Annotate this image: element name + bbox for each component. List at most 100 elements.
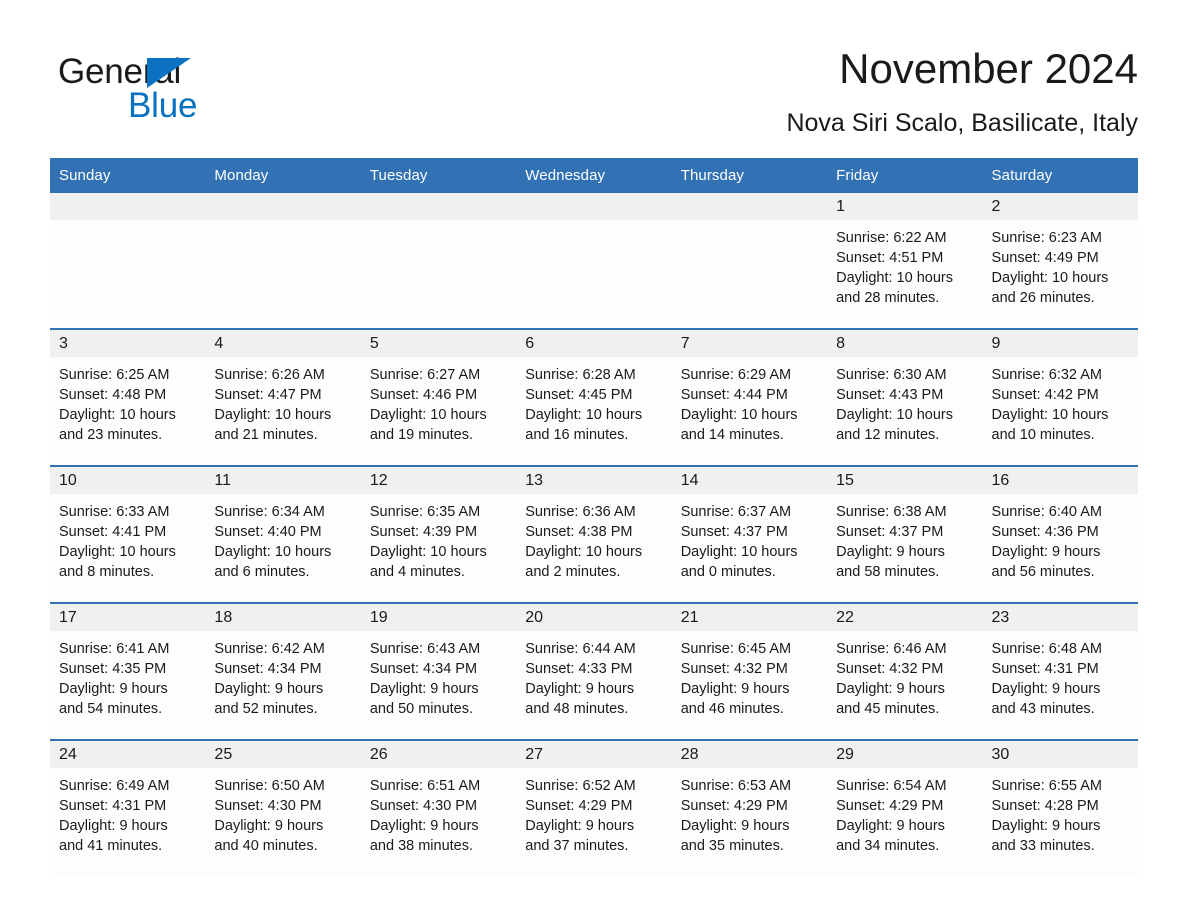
location-subtitle: Nova Siri Scalo, Basilicate, Italy (786, 109, 1138, 137)
sunrise-text: Sunrise: 6:26 AM (214, 367, 325, 383)
daylight-text-line1: Daylight: 10 hours (680, 544, 798, 560)
daylight-text-line2: and 23 minutes. (59, 427, 163, 443)
sunrise-text: Sunrise: 6:55 AM (991, 778, 1102, 794)
day-cell[interactable]: 9 Sunrise: 6:32 AM Sunset: 4:42 PM Daylight… (982, 328, 1138, 466)
sunset-text: Sunset: 4:33 PM (525, 661, 633, 677)
sunset-text: Sunset: 4:46 PM (369, 387, 478, 403)
weekday-header-wednesday: Wednesday (516, 158, 672, 193)
day-cell[interactable]: 11 Sunrise: 6:34 AM Sunset: 4:40 PM Dayligh… (205, 465, 361, 603)
day-number: 12 (369, 472, 388, 489)
sunrise-text: Sunrise: 6:25 AM (59, 367, 170, 383)
day-cell[interactable]: 1 Sunrise: 6:22 AM Sunset: 4:51 PM Daylight… (827, 193, 983, 329)
day-cell[interactable]: 16 Sunrise: 6:40 AM Sunset: 4:36 PM Dayligh… (982, 465, 1138, 603)
day-cell[interactable]: 22 Sunrise: 6:46 AM Sunset: 4:32 PM Dayligh… (827, 602, 983, 740)
daylight-text-line2: and 58 minutes. (836, 564, 940, 580)
sunrise-text: Sunrise: 6:51 AM (369, 778, 481, 794)
daylight-text-line2: and 19 minutes. (369, 427, 474, 443)
day-number: 22 (836, 609, 854, 626)
daylight-text-line1: Daylight: 9 hours (991, 544, 1101, 560)
daylight-text-line2: and 12 minutes. (836, 427, 940, 443)
calendar-week-row: 3 Sunrise: 6:25 AM Sunset: 4:48 PM Daylight… (50, 328, 1138, 466)
day-cell[interactable]: 20 Sunrise: 6:44 AM Sunset: 4:33 PM Dayligh… (516, 602, 672, 740)
day-cell[interactable]: 7 Sunrise: 6:29 AM Sunset: 4:44 PM Daylight… (671, 328, 828, 466)
day-cell[interactable]: 27 Sunrise: 6:52 AM Sunset: 4:29 PM Dayligh… (516, 739, 672, 876)
daylight-text-line1: Daylight: 9 hours (836, 544, 945, 560)
day-cell[interactable]: 18 Sunrise: 6:42 AM Sunset: 4:34 PM Dayligh… (205, 602, 361, 740)
daylight-text-line1: Daylight: 10 hours (59, 544, 176, 560)
sunset-text: Sunset: 4:36 PM (991, 524, 1099, 540)
day-number: 30 (991, 746, 1010, 763)
day-cell[interactable] (360, 193, 517, 329)
page-title: November 2024 (839, 45, 1138, 92)
day-cell[interactable]: 12 Sunrise: 6:35 AM Sunset: 4:39 PM Dayligh… (360, 465, 517, 603)
day-cell[interactable]: 8 Sunrise: 6:30 AM Sunset: 4:43 PM Daylight… (827, 328, 983, 466)
day-cell[interactable]: 25 Sunrise: 6:50 AM Sunset: 4:30 PM Dayligh… (205, 739, 361, 876)
daylight-text-line1: Daylight: 9 hours (991, 681, 1101, 697)
day-cell[interactable] (205, 193, 361, 329)
day-cell[interactable]: 13 Sunrise: 6:36 AM Sunset: 4:38 PM Dayligh… (516, 465, 672, 603)
day-number: 7 (680, 335, 690, 352)
day-details: Sunrise: 6:27 AM Sunset: 4:46 PM Daylight:… (361, 357, 516, 445)
day-cell[interactable]: 14 Sunrise: 6:37 AM Sunset: 4:37 PM Dayligh… (671, 465, 828, 603)
weekday-header-thursday: Thursday (671, 158, 828, 193)
daylight-text-line2: and 8 minutes. (59, 564, 155, 580)
day-cell[interactable] (671, 193, 828, 329)
day-details: Sunrise: 6:23 AM Sunset: 4:49 PM Daylight:… (983, 220, 1138, 308)
day-details: Sunrise: 6:32 AM Sunset: 4:42 PM Daylight:… (983, 357, 1138, 445)
day-number: 16 (991, 472, 1010, 489)
daylight-text-line2: and 28 minutes. (836, 290, 940, 306)
day-cell[interactable]: 19 Sunrise: 6:43 AM Sunset: 4:34 PM Dayligh… (360, 602, 517, 740)
day-cell[interactable]: 4 Sunrise: 6:26 AM Sunset: 4:47 PM Daylight… (205, 328, 361, 466)
daylight-text-line2: and 43 minutes. (991, 701, 1095, 717)
sunset-text: Sunset: 4:40 PM (214, 524, 322, 540)
day-cell[interactable]: 24 Sunrise: 6:49 AM Sunset: 4:31 PM Dayligh… (50, 739, 206, 876)
sunrise-text: Sunrise: 6:43 AM (369, 641, 481, 657)
day-number: 14 (680, 472, 699, 489)
day-number: 5 (369, 335, 379, 352)
sunset-text: Sunset: 4:47 PM (214, 387, 322, 403)
day-number: 3 (59, 335, 68, 352)
day-cell[interactable]: 6 Sunrise: 6:28 AM Sunset: 4:45 PM Daylight… (516, 328, 672, 466)
day-cell[interactable]: 26 Sunrise: 6:51 AM Sunset: 4:30 PM Dayligh… (360, 739, 517, 876)
daylight-text-line1: Daylight: 10 hours (369, 544, 487, 560)
day-cell[interactable] (50, 193, 206, 329)
daylight-text-line1: Daylight: 9 hours (525, 681, 635, 697)
sunset-text: Sunset: 4:42 PM (991, 387, 1099, 403)
daylight-text-line2: and 48 minutes. (525, 701, 629, 717)
day-cell[interactable] (516, 193, 672, 329)
day-cell[interactable]: 3 Sunrise: 6:25 AM Sunset: 4:48 PM Daylight… (50, 328, 206, 466)
day-cell[interactable]: 28 Sunrise: 6:53 AM Sunset: 4:29 PM Dayligh… (671, 739, 828, 876)
sunrise-text: Sunrise: 6:28 AM (525, 367, 636, 383)
day-cell[interactable]: 29 Sunrise: 6:54 AM Sunset: 4:29 PM Dayligh… (827, 739, 983, 876)
day-cell[interactable]: 10 Sunrise: 6:33 AM Sunset: 4:41 PM Dayligh… (50, 465, 206, 603)
day-cell[interactable]: 2 Sunrise: 6:23 AM Sunset: 4:49 PM Daylight… (982, 193, 1138, 329)
day-details: Sunrise: 6:36 AM Sunset: 4:38 PM Daylight:… (516, 494, 671, 582)
day-number: 4 (214, 335, 224, 352)
day-cell[interactable]: 30 Sunrise: 6:55 AM Sunset: 4:28 PM Dayligh… (982, 739, 1138, 876)
day-cell[interactable]: 17 Sunrise: 6:41 AM Sunset: 4:35 PM Dayligh… (50, 602, 206, 740)
sunset-text: Sunset: 4:51 PM (836, 250, 944, 266)
title-block: November 2024 Nova Siri Scalo, Basilicat… (786, 44, 1138, 138)
day-cell[interactable]: 21 Sunrise: 6:45 AM Sunset: 4:32 PM Dayligh… (671, 602, 828, 740)
day-cell[interactable]: 15 Sunrise: 6:38 AM Sunset: 4:37 PM Dayligh… (827, 465, 983, 603)
day-details: Sunrise: 6:49 AM Sunset: 4:31 PM Daylight:… (50, 768, 205, 856)
calendar-grid: Sunday Monday Tuesday Wednesday Thursday… (50, 158, 1138, 876)
day-cell[interactable]: 23 Sunrise: 6:48 AM Sunset: 4:31 PM Dayligh… (982, 602, 1138, 740)
daylight-text-line1: Daylight: 10 hours (836, 270, 953, 286)
day-number: 26 (369, 746, 388, 763)
daylight-text-line2: and 45 minutes. (836, 701, 940, 717)
sunset-text: Sunset: 4:29 PM (525, 798, 633, 814)
daylight-text-line2: and 52 minutes. (214, 701, 318, 717)
day-details: Sunrise: 6:25 AM Sunset: 4:48 PM Daylight:… (50, 357, 205, 445)
day-details (516, 220, 671, 228)
daylight-text-line2: and 21 minutes. (214, 427, 318, 443)
logo-word-blue: Blue (128, 86, 198, 125)
day-cell[interactable]: 5 Sunrise: 6:27 AM Sunset: 4:46 PM Daylight… (360, 328, 517, 466)
day-details: Sunrise: 6:45 AM Sunset: 4:32 PM Daylight:… (672, 631, 827, 719)
daylight-text-line1: Daylight: 9 hours (369, 681, 479, 697)
daylight-text-line1: Daylight: 10 hours (991, 270, 1109, 286)
sunset-text: Sunset: 4:30 PM (369, 798, 478, 814)
general-blue-logo[interactable]: General Blue (58, 52, 318, 132)
daylight-text-line2: and 35 minutes. (680, 838, 784, 854)
day-details: Sunrise: 6:41 AM Sunset: 4:35 PM Daylight:… (50, 631, 205, 719)
